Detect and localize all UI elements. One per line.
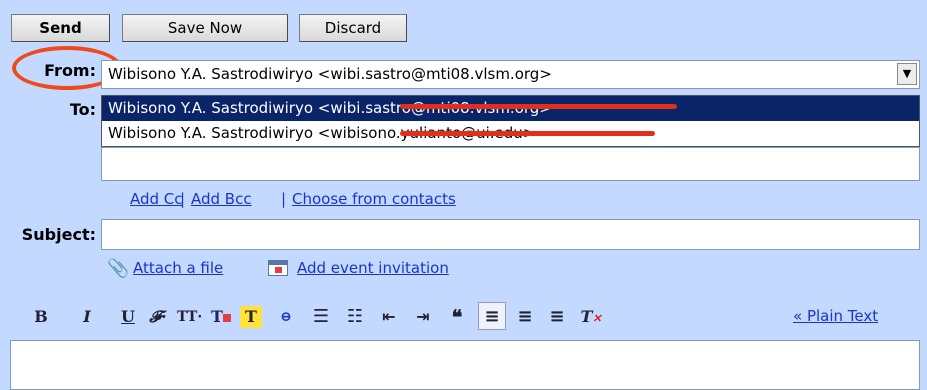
choose-contacts-link[interactable]: Choose from contacts (292, 190, 456, 208)
from-select[interactable]: Wibisono Y.A. Sastrodiwiryo <wibi.sastro… (101, 60, 920, 89)
link-icon[interactable]: ⊖ (275, 306, 297, 328)
redaction-mark (400, 131, 655, 136)
indent-more-icon[interactable]: ⇥ (412, 306, 434, 328)
plain-text-link[interactable]: « Plain Text (793, 307, 878, 325)
send-button[interactable]: Send (11, 14, 110, 42)
paperclip-icon: 📎 (107, 258, 130, 279)
discard-button[interactable]: Discard (299, 14, 407, 42)
from-selected-value: Wibisono Y.A. Sastrodiwiryo <wibi.sastro… (108, 65, 552, 83)
italic-icon[interactable]: I (76, 306, 98, 328)
bullet-list-icon[interactable]: ☷ (344, 306, 366, 328)
redaction-mark (400, 104, 677, 109)
from-label: From: (44, 61, 96, 80)
underline-icon[interactable]: U (117, 306, 139, 328)
numbered-list-icon[interactable]: ☰ (310, 306, 332, 328)
to-label: To: (69, 100, 96, 119)
add-cc-link[interactable]: Add Cc (130, 190, 183, 208)
highlight-color-icon[interactable]: T (240, 306, 262, 328)
remove-formatting-icon[interactable]: T✕ (580, 306, 602, 330)
font-size-icon[interactable]: TT· (177, 306, 202, 328)
to-input[interactable] (101, 147, 920, 181)
link-separator: | (281, 190, 287, 208)
text-color-icon[interactable]: T (210, 306, 232, 328)
attach-file-link[interactable]: Attach a file (133, 259, 223, 277)
bold-icon[interactable]: B (30, 306, 52, 328)
indent-less-icon[interactable]: ⇤ (378, 306, 400, 328)
from-options-list[interactable]: Wibisono Y.A. Sastrodiwiryo <wibi.sastro… (101, 95, 920, 147)
subject-input[interactable] (101, 219, 920, 250)
chevron-down-icon[interactable]: ▼ (897, 63, 917, 85)
quote-icon[interactable]: ❝ (446, 306, 468, 328)
add-event-link[interactable]: Add event invitation (297, 259, 449, 277)
message-body-editor[interactable] (10, 340, 920, 390)
subject-label: Subject: (21, 225, 96, 244)
add-bcc-link[interactable]: Add Bcc (191, 190, 252, 208)
save-now-button[interactable]: Save Now (122, 14, 288, 42)
align-right-icon[interactable]: ≡ (546, 306, 568, 328)
link-separator: | (180, 190, 186, 208)
align-left-icon[interactable]: ≡ (478, 302, 506, 330)
font-icon[interactable]: 𝓕· (147, 306, 169, 328)
calendar-icon (268, 260, 288, 276)
align-center-icon[interactable]: ≡ (514, 306, 536, 328)
